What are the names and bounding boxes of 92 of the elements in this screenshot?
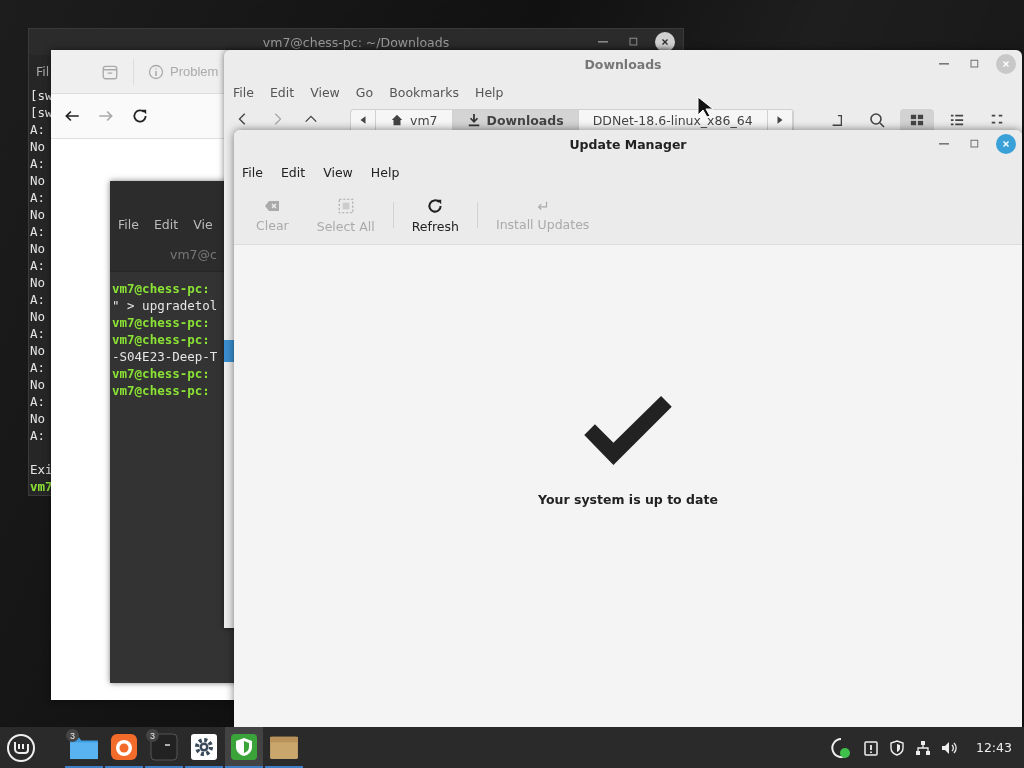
terminal-line: -S04E23-Deep-T	[112, 348, 218, 365]
terminal-line: " > upgradetol	[112, 297, 218, 314]
minimize-icon	[939, 143, 949, 145]
terminal-line: A:	[30, 223, 46, 240]
terminal-line: A:	[30, 359, 46, 376]
download-icon	[466, 113, 481, 127]
terminal-line: No	[30, 410, 46, 427]
shield-icon	[230, 732, 258, 761]
taskbar-app[interactable]: 3	[145, 727, 183, 768]
shield-icon	[888, 739, 905, 756]
grid-view-icon	[909, 112, 925, 127]
terminal-line: A:	[30, 155, 46, 172]
menu-item[interactable]: File	[242, 164, 263, 180]
clipboard-tray-icon[interactable]	[861, 739, 880, 756]
network-tray-icon[interactable]	[913, 739, 932, 756]
close-icon	[1001, 139, 1011, 149]
selection-icon	[336, 196, 355, 215]
menu-item[interactable]: Fil	[36, 63, 50, 79]
terminal-line: No	[30, 376, 46, 393]
menu-item[interactable]: Edit	[280, 164, 306, 180]
terminal-line: No	[30, 138, 46, 155]
home-icon	[390, 113, 404, 127]
terminal-line: No	[30, 274, 46, 291]
count-badge: 3	[66, 729, 79, 742]
path-button[interactable]: Downloads	[452, 110, 579, 130]
status-message: Your system is up to date	[538, 491, 718, 507]
menu-item[interactable]: Edit	[269, 84, 295, 100]
taskbar-app[interactable]	[225, 727, 263, 768]
menu-item[interactable]: File	[118, 216, 139, 232]
close-icon	[1001, 59, 1011, 69]
terminal-line: No	[30, 172, 46, 189]
terminal-line: No	[30, 240, 46, 257]
maximize-icon	[627, 36, 639, 48]
terminal-line: A:	[30, 393, 46, 410]
terminal-line: A:	[30, 257, 46, 274]
info-icon	[148, 63, 164, 80]
terminal-line: A:	[30, 291, 46, 308]
terminal-line: No	[30, 308, 46, 325]
count-badge: 3	[146, 729, 159, 742]
menu-item[interactable]: View	[310, 84, 340, 100]
reload-button[interactable]	[131, 107, 149, 125]
fox-icon	[110, 732, 138, 761]
terminal-line: vm7@chess-pc:	[112, 280, 210, 297]
update-status-icon	[828, 735, 853, 760]
maximize-icon	[968, 138, 980, 150]
menu-item[interactable]: Help	[475, 84, 504, 100]
list-view-icon	[949, 112, 965, 127]
minimize-icon	[939, 63, 949, 65]
menu-item[interactable]: Bookmarks	[389, 84, 459, 100]
terminal-icon	[150, 732, 178, 761]
refresh-icon	[426, 196, 445, 215]
terminal-line: vm7@chess-pc:	[112, 382, 210, 399]
close-button[interactable]	[655, 32, 675, 52]
window-title: Update Manager	[569, 136, 687, 152]
menu-item[interactable]: Vie	[193, 216, 213, 232]
maximize-icon	[968, 58, 980, 70]
clock: 12:43	[975, 740, 1012, 755]
terminal-line: A:	[30, 427, 46, 444]
left-triangle-icon	[358, 114, 368, 126]
terminal-line: Exi	[30, 461, 53, 478]
terminal-line: vm7@chess-pc:	[112, 314, 210, 331]
terminal-line: No	[30, 206, 46, 223]
menu-item[interactable]: Help	[370, 164, 400, 180]
checkmark-icon	[583, 395, 673, 466]
compact-view-icon	[989, 112, 1005, 127]
terminal-line: vm7	[30, 478, 53, 495]
shield-tray-icon[interactable]	[887, 739, 906, 756]
window-title: vm7@chess-pc: ~/Downloads	[262, 34, 450, 50]
gear-icon	[190, 732, 218, 761]
menu-logo-icon	[6, 732, 36, 763]
clipboard-icon	[862, 739, 879, 756]
terminal-line: vm7@chess-pc:	[112, 331, 210, 348]
view-mode-button[interactable]	[900, 109, 934, 130]
terminal-line: A:	[30, 189, 46, 206]
network-icon	[914, 739, 931, 756]
reload-icon	[131, 107, 149, 125]
terminal-line: A:	[30, 121, 46, 138]
taskbar-app[interactable]: 3	[65, 727, 103, 768]
toolbar-button[interactable]: Refresh	[397, 192, 473, 238]
menu-item[interactable]: View	[323, 164, 353, 180]
menu-item[interactable]: Edit	[153, 216, 179, 232]
terminal-line: vm7@chess-pc:	[112, 365, 210, 382]
search-icon	[869, 111, 885, 128]
window-title: vm7@c	[170, 246, 217, 262]
terminal-line: A:	[30, 325, 46, 342]
minimize-icon	[598, 41, 608, 43]
close-icon	[660, 37, 670, 47]
selected-file-highlight	[224, 340, 234, 362]
menu-item[interactable]: Go	[355, 84, 374, 100]
menu-item[interactable]: File	[233, 84, 254, 100]
window-title: Downloads	[584, 56, 662, 72]
terminal-line: No	[30, 342, 46, 359]
